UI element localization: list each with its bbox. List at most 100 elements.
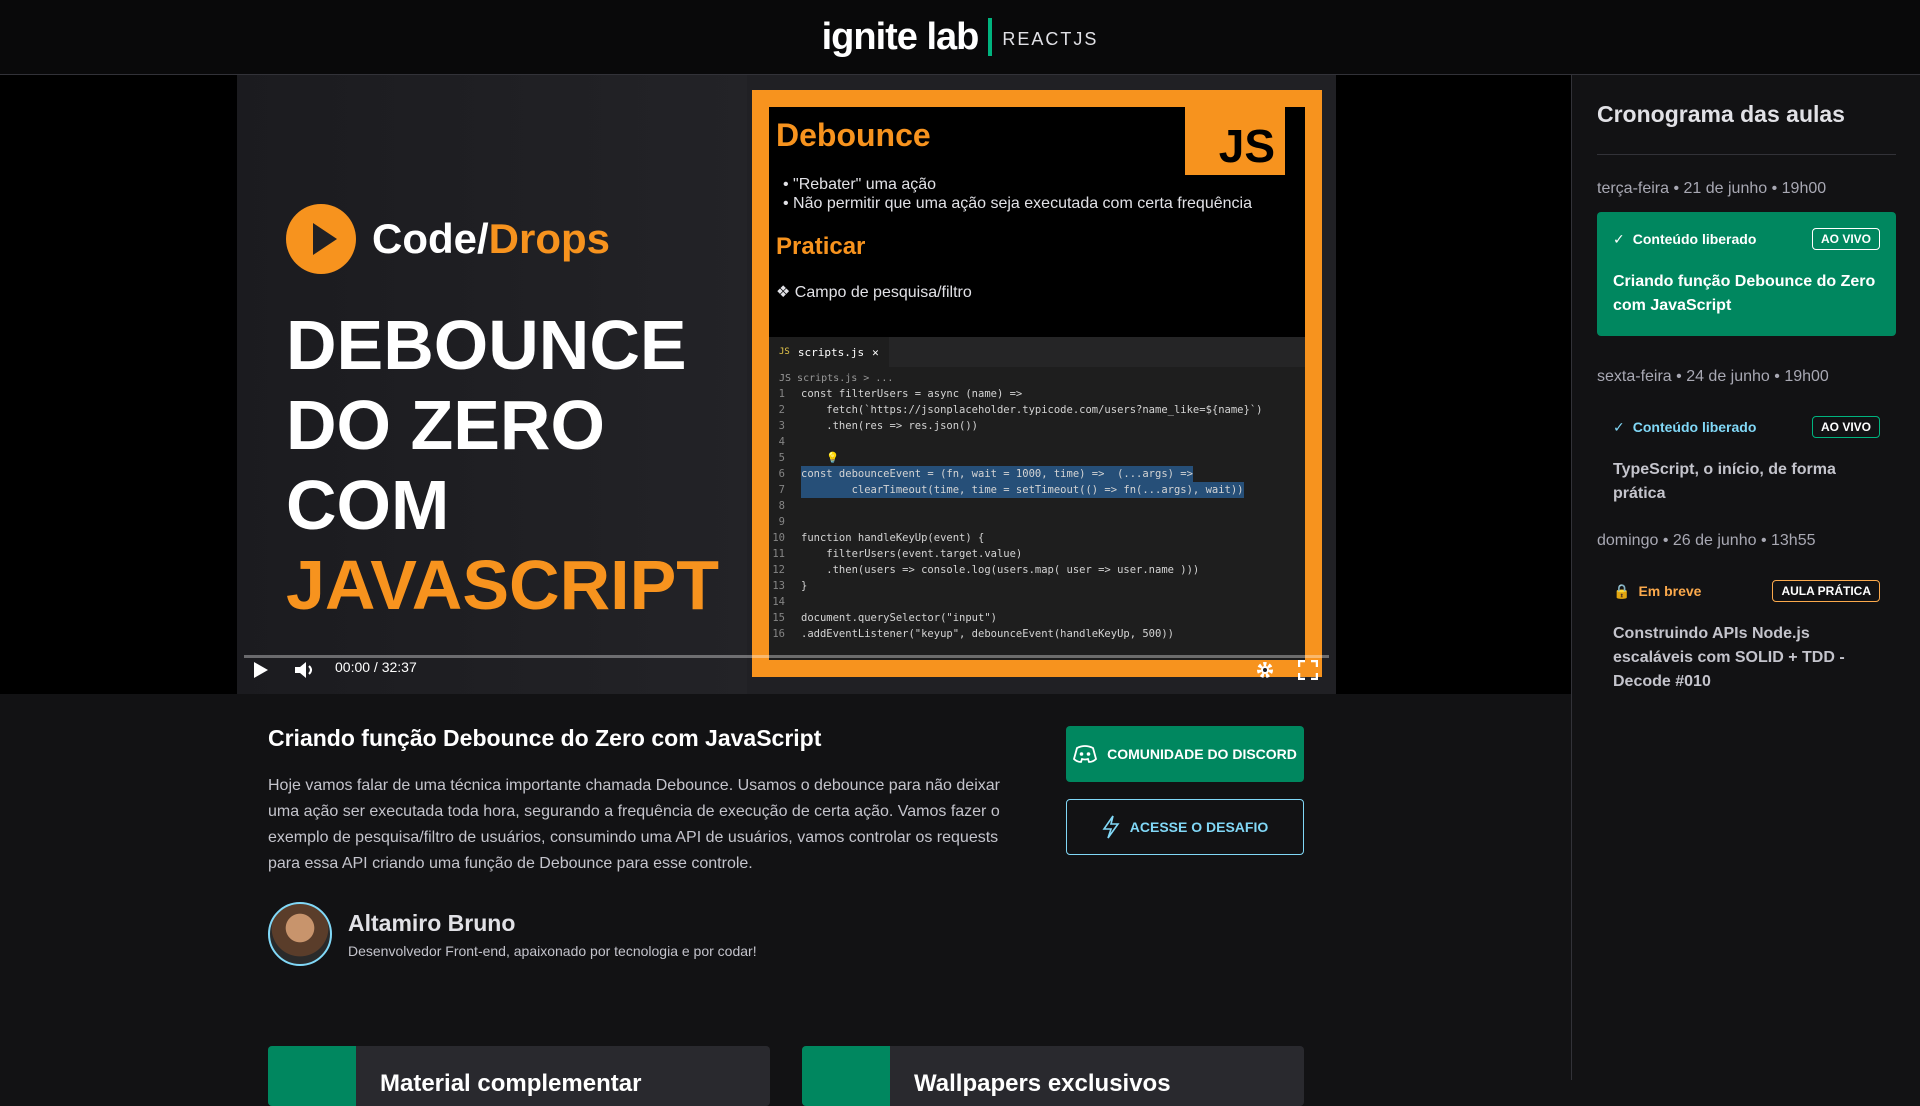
play-button[interactable] (247, 656, 275, 684)
lesson-schedule-sidebar: Cronograma das aulas terça-feira • 21 de… (1571, 75, 1920, 1080)
check-circle-icon: ✓ (1613, 230, 1625, 247)
line-number: 11 (772, 548, 785, 560)
line-number: 1 (778, 388, 785, 400)
lesson-status: Conteúdo liberado (1632, 419, 1757, 435)
code-text: .then(users => console.log(users.map( us… (801, 564, 1200, 576)
code-line: 2 fetch(`https://jsonplaceholder.typicod… (769, 402, 1305, 418)
slide-item: ❖ Campo de pesquisa/filtro (776, 284, 972, 301)
lesson-date: domingo • 26 de junho • 13h55 (1597, 532, 1816, 549)
editor-breadcrumb: JS scripts.js > ... (779, 373, 894, 384)
code-text: 💡 (801, 452, 840, 464)
lesson-tag: AULA PRÁTICA (1772, 580, 1880, 602)
code-block: 1 const filterUsers = async (name) => 2 fe… (769, 386, 1305, 642)
js-badge: JS (1185, 107, 1285, 175)
code-text: fetch(`https://jsonplaceholder.typicode.… (801, 404, 1263, 416)
author-name: Altamiro Bruno (348, 909, 516, 936)
code-editor: JS scripts.js ✕ JS scripts.js > ... 1 const… (769, 337, 1305, 660)
line-number: 12 (772, 564, 785, 576)
play-icon (254, 662, 268, 678)
lesson-card-2[interactable]: ✓ Conteúdo liberado AO VIVO TypeScript, o… (1597, 400, 1896, 524)
video-time: 00:00 / 32:37 (335, 659, 417, 675)
line-number: 6 (778, 468, 785, 480)
challenge-button[interactable]: ACESSE O DESAFIO (1066, 799, 1304, 855)
lesson-date: sexta-feira • 24 de junho • 19h00 (1597, 368, 1829, 385)
video-player[interactable]: Code/Drops DEBOUNCE DO ZERO COM JAVASCRI… (237, 75, 1336, 694)
volume-button[interactable] (292, 656, 320, 684)
code-line: 13} (769, 578, 1305, 594)
code-text: const filterUsers = async (name) => (801, 388, 1023, 400)
challenge-button-label: ACESSE O DESAFIO (1129, 819, 1269, 835)
complementary-material-card[interactable]: Material complementar (268, 1046, 770, 1106)
code-line: 4 (769, 434, 1305, 450)
line-number: 7 (778, 484, 785, 496)
line-number: 5 (778, 452, 785, 464)
code-line: 15 document.querySelector("input") (769, 610, 1305, 626)
code-line: 8 (769, 498, 1305, 514)
code-text: function handleKeyUp(event) { (801, 532, 985, 544)
lesson-status: Conteúdo liberado (1632, 231, 1757, 247)
lesson-card-1[interactable]: ✓ Conteúdo liberado AO VIVO Criando funçã… (1597, 212, 1896, 336)
slide-bullets: "Rebater" uma ação Não permitir que uma … (783, 175, 1252, 213)
lesson-title: Criando função Debounce do Zero com Java… (1613, 273, 1876, 314)
line-number: 8 (778, 500, 785, 512)
check-circle-icon: ✓ (1613, 418, 1625, 435)
video-slide-frame: JS Debounce "Rebater" uma ação Não permi… (752, 90, 1322, 677)
code-line: 14 (769, 594, 1305, 610)
lesson-card-3[interactable]: 🔒 Em breve AULA PRÁTICA Construindo APIs … (1597, 564, 1896, 690)
code-text: clearTimeout(time, time = setTimeout(() … (801, 482, 1244, 498)
gear-icon (1257, 662, 1273, 678)
avatar (268, 902, 332, 966)
line-number: 4 (778, 436, 785, 448)
logo-text: ignite lab (821, 15, 980, 58)
lightning-icon (1102, 815, 1120, 839)
line-number: 10 (772, 532, 785, 544)
code-line: 11 filterUsers(event.target.value) (769, 546, 1305, 562)
js-file-icon: JS (779, 347, 790, 357)
code-line: 9 (769, 514, 1305, 530)
top-header: ignite lab REACTJS (0, 0, 1920, 75)
lesson-main-title: Criando função Debounce do Zero com Java… (268, 725, 822, 751)
fullscreen-icon (1298, 660, 1318, 680)
code-text: } (801, 580, 808, 592)
video-headline: DEBOUNCE DO ZERO COM JAVASCRIPT (286, 305, 747, 625)
video-area: Code/Drops DEBOUNCE DO ZERO COM JAVASCRI… (0, 75, 1571, 694)
lesson-tag: AO VIVO (1811, 416, 1880, 438)
brand-prefix: Code/ (372, 215, 489, 262)
card-title: Material complementar (380, 1070, 642, 1097)
wallpapers-card[interactable]: Wallpapers exclusivos (802, 1046, 1304, 1106)
editor-tab: JS scripts.js ✕ (769, 337, 889, 367)
line-number: 13 (772, 580, 785, 592)
close-icon: ✕ (872, 345, 879, 359)
code-text: .then(res => res.json()) (801, 420, 979, 432)
code-line: 7 clearTimeout(time, time = setTimeout((… (769, 482, 1305, 498)
video-progress-bar[interactable] (244, 655, 1329, 658)
code-text: document.querySelector("input") (801, 612, 997, 624)
video-thumbnail-left: Code/Drops DEBOUNCE DO ZERO COM JAVASCRI… (237, 75, 747, 694)
code-text: .addEventListener("keyup", debounceEvent… (801, 628, 1174, 640)
codedrops-play-icon (286, 204, 356, 274)
code-line: 1 const filterUsers = async (name) => (769, 386, 1305, 402)
settings-button[interactable] (1251, 656, 1279, 684)
lock-icon: 🔒 (1613, 582, 1631, 599)
code-line: 10 function handleKeyUp(event) { (769, 530, 1305, 546)
time-current: 00:00 (335, 659, 371, 675)
slide-content: JS Debounce "Rebater" uma ação Não permi… (769, 107, 1305, 660)
author-bio: Desenvolvedor Front-end, apaixonado por … (348, 942, 757, 959)
slide-title: Debounce (776, 117, 931, 153)
headline-line-2: DO ZERO COM (286, 386, 605, 544)
code-text: const debounceEvent = (fn, wait = 1000, … (801, 466, 1193, 482)
line-number: 3 (778, 420, 785, 432)
line-number: 2 (778, 404, 785, 416)
codedrops-logo: Code/Drops (286, 204, 610, 274)
code-text: filterUsers(event.target.value) (801, 548, 1023, 560)
divider (1597, 154, 1896, 155)
code-line: 16 .addEventListener("keyup", debounceEve… (769, 626, 1305, 642)
lesson-date: terça-feira • 21 de junho • 19h00 (1597, 180, 1827, 197)
headline-line-1: DEBOUNCE (286, 306, 687, 384)
fullscreen-button[interactable] (1294, 656, 1322, 684)
sidebar-title: Cronograma das aulas (1597, 101, 1845, 127)
logo-subtitle: REACTJS (1002, 28, 1099, 49)
author-info: Altamiro Bruno Desenvolvedor Front-end, … (268, 902, 757, 966)
slide-bullet: Não permitir que uma ação seja executada… (783, 194, 1252, 213)
discord-community-button[interactable]: COMUNIDADE DO DISCORD (1066, 726, 1304, 782)
